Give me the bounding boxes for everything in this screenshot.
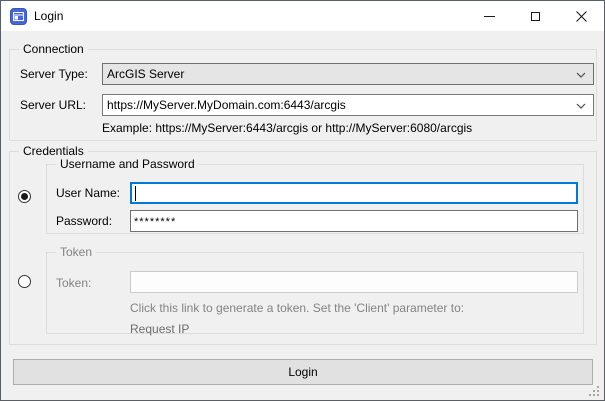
username-input[interactable] [130,182,578,204]
token-group: Token Token: Click this link to generate… [46,252,584,334]
token-input[interactable] [130,271,578,293]
text-cursor [135,186,136,201]
token-radio[interactable] [18,275,31,288]
login-button[interactable]: Login [13,359,593,385]
credentials-group-label: Credentials [19,144,88,158]
server-type-label: Server Type: [20,67,88,81]
password-label: Password: [56,214,112,228]
connection-group-label: Connection [19,42,88,56]
resize-grip-icon[interactable] [589,386,600,397]
server-url-combobox[interactable]: https://MyServer.MyDomain.com:6443/arcgi… [102,94,594,116]
chevron-down-icon [576,72,586,78]
minimize-button[interactable] [466,1,512,31]
connection-group: Connection Server Type: ArcGIS Server Se… [9,49,597,141]
login-button-label: Login [288,365,317,379]
server-url-value: https://MyServer.MyDomain.com:6443/arcgi… [107,98,346,112]
close-icon [576,11,587,22]
titlebar[interactable]: Login [1,1,604,31]
login-window: Login Connection Server Type: ArcGIS Ser… [0,0,605,401]
maximize-button[interactable] [512,1,558,31]
username-label: User Name: [56,186,120,200]
server-type-dropdown[interactable]: ArcGIS Server [102,63,594,85]
userpass-radio[interactable] [18,190,31,203]
maximize-icon [531,12,540,21]
password-input[interactable] [130,210,578,232]
userpass-group: Username and Password User Name: Passwor… [46,164,584,234]
window-title: Login [34,9,63,23]
window-controls [466,1,604,31]
credentials-group: Credentials Username and Password User N… [9,151,597,345]
userpass-group-label: Username and Password [56,157,199,171]
close-button[interactable] [558,1,604,31]
token-group-label: Token [56,245,96,259]
minimize-icon [484,16,495,17]
chevron-down-icon [576,103,586,109]
request-ip-link[interactable]: Request IP [130,322,189,336]
app-icon [10,8,27,25]
server-type-value: ArcGIS Server [107,67,184,81]
server-url-label: Server URL: [20,98,86,112]
server-url-example: Example: https://MyServer:6443/arcgis or… [102,121,472,135]
token-hint: Click this link to generate a token. Set… [130,301,464,315]
token-label: Token: [56,276,91,290]
